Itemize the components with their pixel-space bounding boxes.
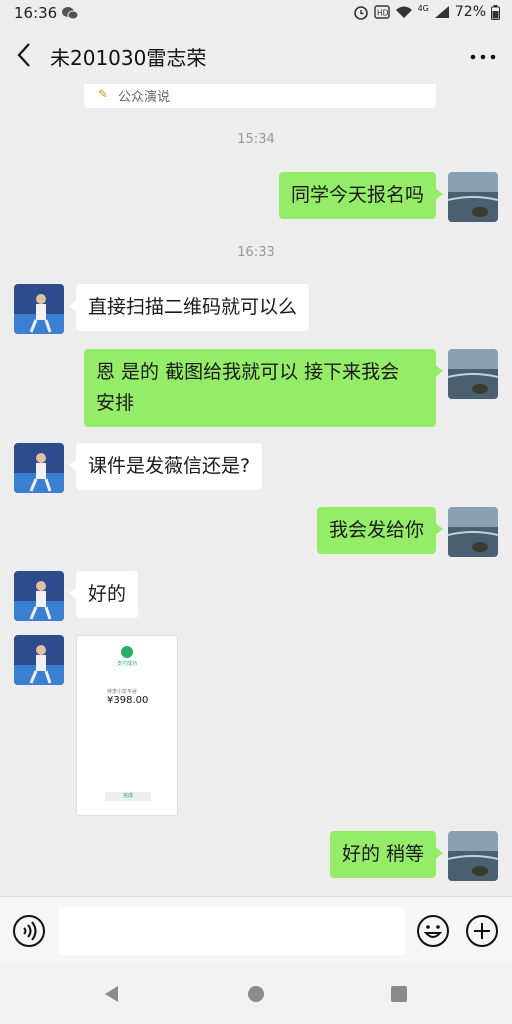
- nav-home-icon[interactable]: [247, 985, 265, 1003]
- message-text: 好的: [88, 583, 127, 605]
- chat-message-list[interactable]: ✎ 公众演说 15:34 同学今天报名吗 16:33 直接扫描二维码就可以么 恩…: [0, 84, 512, 896]
- status-icons: HD 4G 72%: [353, 4, 500, 20]
- success-check-icon: [121, 646, 133, 658]
- payment-status: 支付成功: [117, 661, 138, 667]
- message-text: 直接扫描二维码就可以么: [88, 296, 298, 318]
- incoming-message[interactable]: 直接扫描二维码就可以么: [68, 284, 310, 331]
- system-navigation-bar: [0, 964, 512, 1024]
- done-button-in-image: 完成: [105, 792, 151, 801]
- message-text-line: 安排: [96, 392, 135, 414]
- emoji-icon[interactable]: [416, 914, 450, 948]
- timestamp: 15:34: [237, 132, 275, 147]
- my-avatar[interactable]: [448, 831, 498, 881]
- message-text: 好的 稍等: [341, 843, 424, 865]
- contact-avatar[interactable]: [14, 571, 64, 621]
- shared-article-card[interactable]: ✎ 公众演说: [84, 84, 436, 108]
- payment-amount: ¥398.00: [107, 695, 149, 706]
- status-time: 16:36: [14, 4, 58, 22]
- pen-icon: ✎: [98, 87, 109, 101]
- network-type: 4G: [417, 3, 429, 13]
- outgoing-message[interactable]: 我会发给你: [316, 507, 444, 554]
- incoming-message[interactable]: 课件是发薇信还是?: [68, 443, 263, 490]
- message-input-bar: [0, 896, 512, 964]
- battery-percent: 72%: [454, 4, 486, 20]
- chat-header: 未201030雷志荣: [0, 28, 512, 84]
- wifi-icon: [395, 6, 412, 18]
- article-source-label: 公众演说: [118, 90, 171, 105]
- signal-icon: [434, 6, 449, 18]
- alarm-icon: [353, 6, 368, 20]
- payment-screenshot-image[interactable]: 支付成功 待李小龙平谷 ¥398.00 完成: [76, 635, 178, 816]
- contact-avatar[interactable]: [14, 284, 64, 334]
- outgoing-message[interactable]: 恩 是的 截图给我就可以 接下来我会 安排: [84, 349, 443, 427]
- back-arrow-icon[interactable]: [10, 40, 40, 70]
- chat-title: 未201030雷志荣: [50, 46, 207, 70]
- my-avatar[interactable]: [448, 507, 498, 557]
- timestamp: 16:33: [237, 245, 275, 260]
- outgoing-message[interactable]: 好的 稍等: [329, 831, 444, 878]
- message-text-field[interactable]: [58, 907, 405, 955]
- contact-avatar[interactable]: [14, 443, 64, 493]
- battery-icon: [491, 4, 500, 20]
- voice-input-icon[interactable]: [12, 914, 46, 948]
- svg-text:HD: HD: [377, 9, 389, 18]
- my-avatar[interactable]: [448, 172, 498, 222]
- message-text-line: 恩 是的 截图给我就可以 接下来我会: [96, 361, 400, 383]
- more-functions-plus-icon[interactable]: [465, 914, 499, 948]
- hd-icon: HD: [373, 5, 390, 19]
- more-options-icon[interactable]: [468, 42, 498, 72]
- outgoing-message[interactable]: 同学今天报名吗: [278, 172, 444, 219]
- incoming-message[interactable]: 好的: [68, 571, 139, 618]
- nav-recent-apps-icon[interactable]: [390, 985, 408, 1003]
- contact-avatar[interactable]: [14, 635, 64, 685]
- status-bar: 16:36 HD 4G 72%: [0, 0, 512, 28]
- message-text: 我会发给你: [328, 519, 424, 541]
- wechat-notification-icon: [62, 7, 78, 20]
- message-text: 同学今天报名吗: [290, 184, 424, 206]
- nav-back-icon[interactable]: [102, 984, 122, 1004]
- payee-name: 待李小龙平谷: [107, 689, 138, 695]
- my-avatar[interactable]: [448, 349, 498, 399]
- message-text: 课件是发薇信还是?: [88, 455, 251, 477]
